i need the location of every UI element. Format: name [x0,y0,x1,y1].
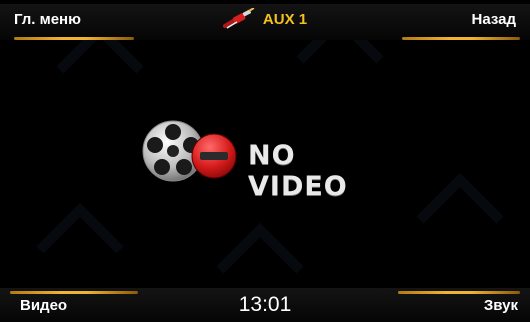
top-bar: Гл. меню AUX 1 Назад [0,4,530,40]
bottom-bar: Видео 13:01 Звук [0,288,530,322]
main-menu-label: Гл. меню [14,10,81,28]
back-label: Назад [471,10,516,28]
sound-label: Звук [483,296,518,314]
source-indicator: AUX 1 [222,8,308,30]
no-video-indicator: NO VIDEO [140,118,390,228]
video-label: Видео [20,296,68,314]
back-button[interactable]: Назад [472,4,516,34]
no-video-text: NO VIDEO [248,140,348,202]
sound-button[interactable]: Звук [484,290,518,320]
rca-cable-icon [222,8,255,29]
clock: 13:01 [238,293,292,316]
video-button[interactable]: Видео [20,290,67,320]
main-menu-button[interactable]: Гл. меню [14,4,81,34]
back-underline [402,37,520,40]
aux-screen: Гл. меню AUX 1 Назад NO VIDEO Видео 13:0… [0,0,530,322]
source-label: AUX 1 [262,10,308,28]
no-entry-icon [191,133,237,179]
main-menu-underline [14,37,134,40]
